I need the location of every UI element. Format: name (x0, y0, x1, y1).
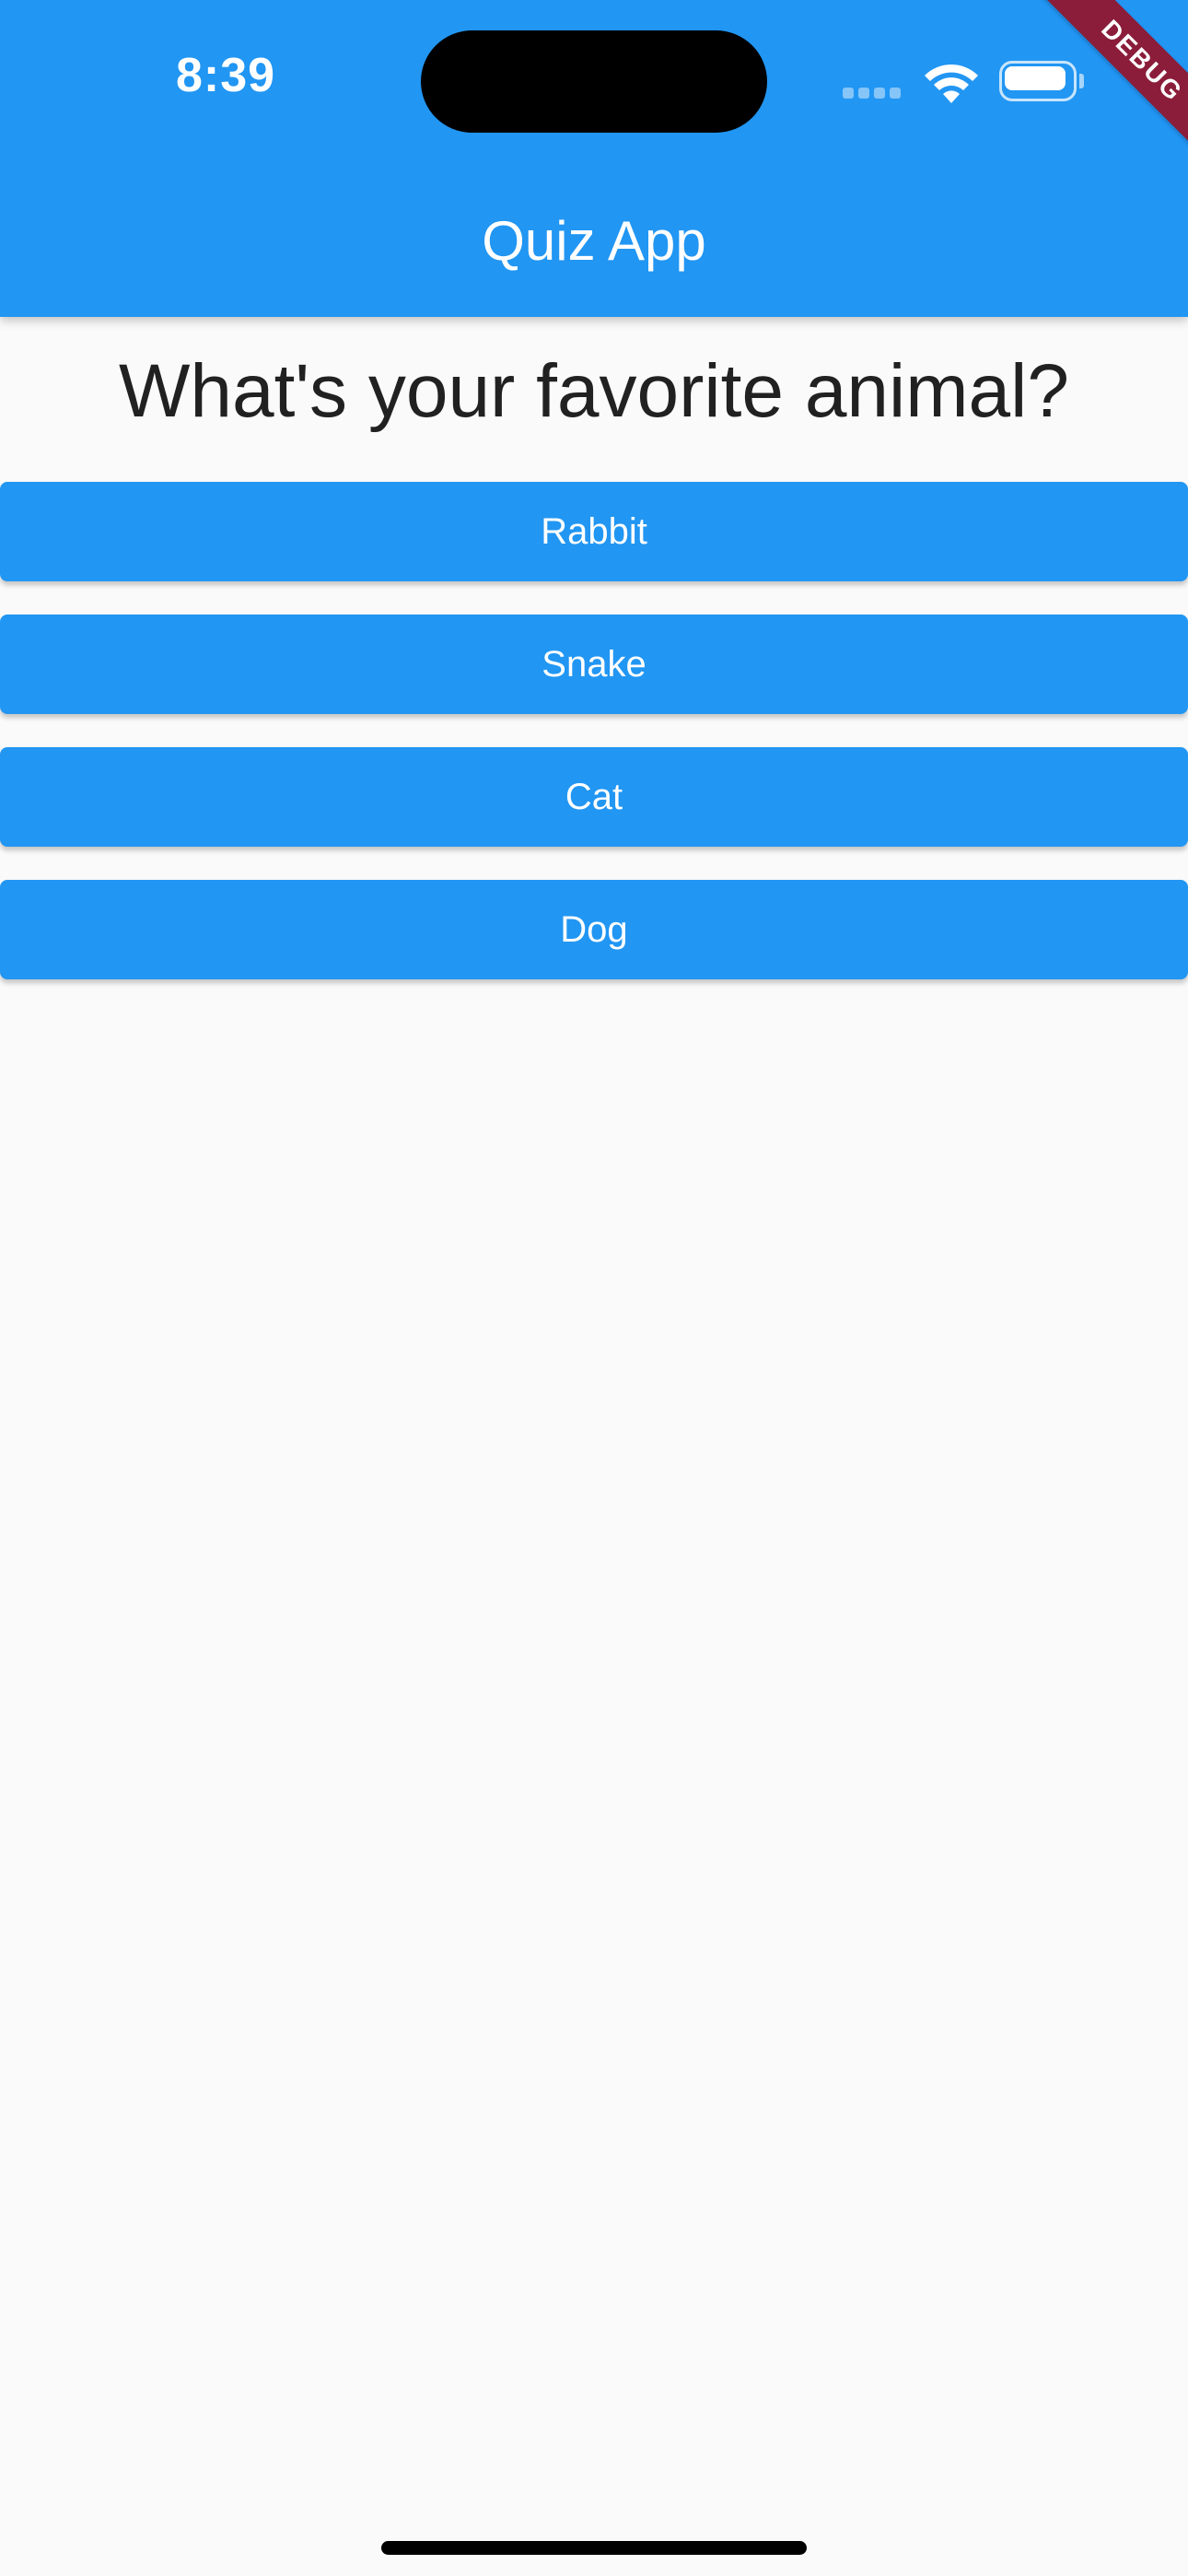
answer-button-cat[interactable]: Cat (0, 747, 1188, 847)
answer-button-dog[interactable]: Dog (0, 880, 1188, 979)
status-time: 8:39 (175, 49, 276, 102)
dynamic-island (421, 30, 767, 133)
cellular-signal-icon (843, 87, 905, 99)
wifi-icon (921, 59, 982, 105)
question-text: What's your favorite animal? (119, 349, 1069, 433)
quiz-screen: 8:39 Quiz App DEBUG What's your favorite… (0, 0, 1188, 2576)
home-indicator[interactable] (381, 2541, 807, 2555)
answer-button-rabbit[interactable]: Rabbit (0, 482, 1188, 581)
battery-icon (999, 61, 1084, 101)
app-title: Quiz App (482, 210, 706, 272)
app-header: 8:39 Quiz App (0, 0, 1188, 317)
answer-list: Rabbit Snake Cat Dog (0, 482, 1188, 1013)
answer-button-snake[interactable]: Snake (0, 615, 1188, 714)
